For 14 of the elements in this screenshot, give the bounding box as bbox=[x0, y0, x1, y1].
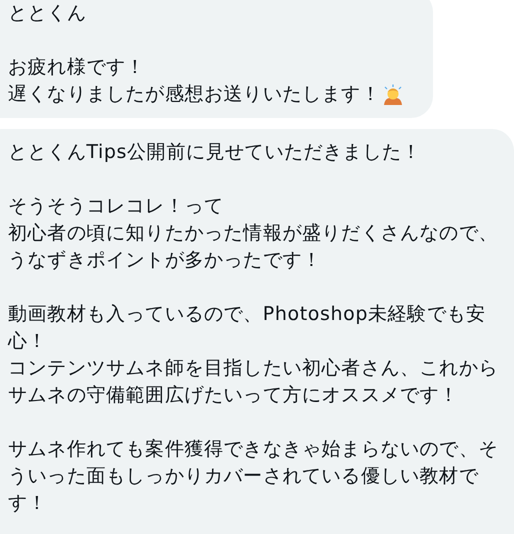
message-text: ととくん bbox=[8, 1, 86, 26]
message-text: ういった面もしっかりカバーされている優しい教材で bbox=[8, 464, 478, 489]
message-text: 動画教材も入っているので、Photoshop未経験でも安 bbox=[8, 302, 486, 327]
message-text: 遅くなりましたが感想お送りいたします！ bbox=[8, 82, 380, 107]
message-text: うなずきポイントが多かったです！ bbox=[8, 248, 322, 273]
message-text: 初心者の頃に知りたかった情報が盛りだくさんなので、 bbox=[8, 221, 498, 246]
message-text: 心！ bbox=[8, 329, 48, 354]
message-text: す！ bbox=[8, 491, 48, 516]
message-text: お疲れ様です！ bbox=[8, 55, 146, 80]
message-text: サムネの守備範囲広げたいって方にオススメです！ bbox=[8, 383, 459, 408]
message-text: サムネ作れても案件獲得できなきゃ始まらないので、そ bbox=[8, 437, 498, 462]
message-text: そうそうコレコレ！って bbox=[8, 194, 224, 219]
message-text: ととくんTips公開前に見せていただきました！ bbox=[8, 140, 422, 165]
message-text: コンテンツサムネ師を目指したい初心者さん、これから bbox=[8, 356, 498, 381]
